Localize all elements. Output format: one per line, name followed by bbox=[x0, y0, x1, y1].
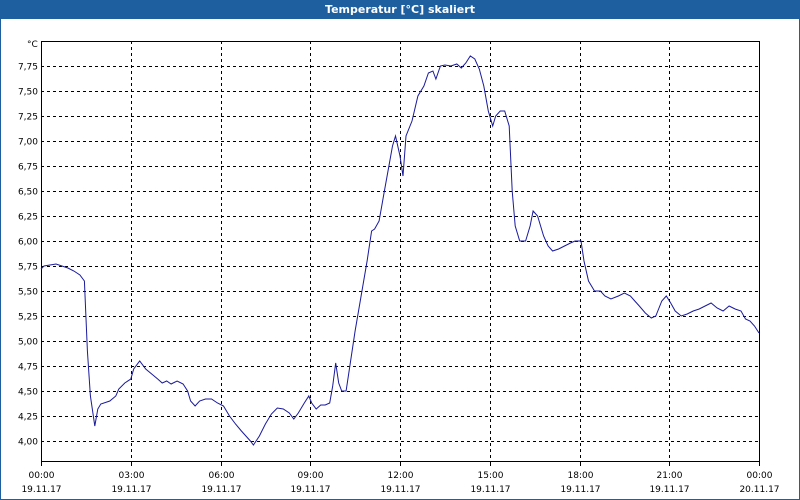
x-tick-time: 00:00 bbox=[29, 471, 55, 481]
chart-window: Temperatur [°C] skaliert 4,00 4,25 4,50 4,7… bbox=[0, 0, 800, 500]
x-tick-date: 19.11.17 bbox=[21, 485, 61, 495]
label-layer: 4,00 4,25 4,50 4,75 5,00 5,25 5,50 5,75 6,00 6,25… bbox=[18, 40, 780, 495]
x-tick-time: 12:00 bbox=[388, 471, 414, 481]
chart-title: Temperatur [°C] skaliert bbox=[1, 1, 799, 19]
x-tick-time: 06:00 bbox=[209, 471, 235, 481]
x-tick-date: 19.11.17 bbox=[201, 485, 241, 495]
y-tick-label: 4,50 bbox=[18, 388, 38, 398]
grid-layer bbox=[41, 41, 759, 461]
y-tick-label: 6,00 bbox=[18, 238, 38, 248]
y-tick-label: 5,50 bbox=[18, 288, 38, 298]
temperature-chart: 4,00 4,25 4,50 4,75 5,00 5,25 5,50 5,75 6,00 6,25… bbox=[18, 40, 780, 495]
y-tick-label: 7,50 bbox=[18, 88, 38, 98]
y-tick-label: 4,25 bbox=[18, 413, 38, 423]
x-tick-date: 20.11.17 bbox=[739, 485, 779, 495]
y-tick-label: 5,75 bbox=[18, 263, 38, 273]
x-tick-time: 21:00 bbox=[657, 471, 683, 481]
x-tick-time: 18:00 bbox=[568, 471, 594, 481]
y-tick-label: 5,25 bbox=[18, 313, 38, 323]
x-tick-date: 19.11.17 bbox=[470, 485, 510, 495]
y-tick-label: 6,75 bbox=[18, 163, 38, 173]
y-tick-label: 7,00 bbox=[18, 138, 38, 148]
y-tick-label: 7,75 bbox=[18, 63, 38, 73]
y-tick-label: 6,50 bbox=[18, 188, 38, 198]
y-tick-label: 4,00 bbox=[18, 438, 38, 448]
x-tick-time: 03:00 bbox=[119, 471, 145, 481]
x-tick-date: 19.11.17 bbox=[649, 485, 689, 495]
x-tick-date: 19.11.17 bbox=[560, 485, 600, 495]
x-tick-date: 19.11.17 bbox=[380, 485, 420, 495]
x-tick-date: 19.11.17 bbox=[290, 485, 330, 495]
y-tick-label: 7,25 bbox=[18, 113, 38, 123]
y-tick-label: 4,75 bbox=[18, 363, 38, 373]
x-tick-time: 00:00 bbox=[747, 471, 773, 481]
x-tick-time: 15:00 bbox=[478, 471, 504, 481]
y-tick-label: 6,25 bbox=[18, 213, 38, 223]
x-tick-date: 19.11.17 bbox=[111, 485, 151, 495]
y-axis-unit-label: °C bbox=[27, 40, 38, 50]
x-tick-time: 09:00 bbox=[298, 471, 324, 481]
y-tick-label: 5,00 bbox=[18, 338, 38, 348]
